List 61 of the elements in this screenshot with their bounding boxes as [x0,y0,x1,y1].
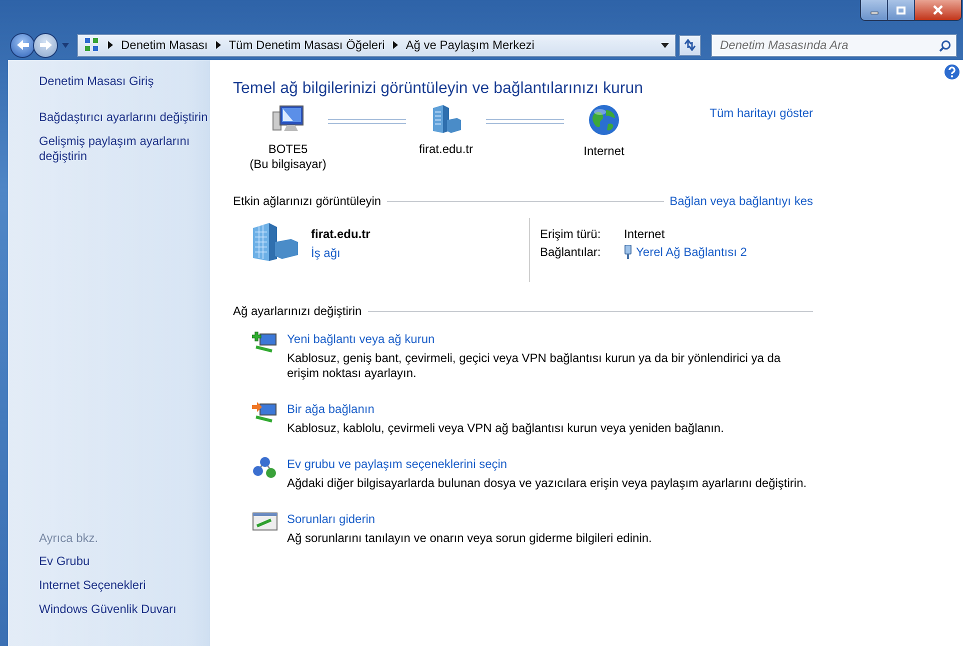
breadcrumb[interactable]: Denetim Masası [121,38,208,52]
network-plus-icon [252,331,278,353]
connection-link[interactable]: Yerel Ağ Bağlantısı 2 [636,245,747,259]
breadcrumb[interactable]: Ağ ve Paylaşım Merkezi [406,38,534,52]
sidebar-link[interactable]: Windows Güvenlik Duvarı [39,602,176,617]
globe-icon [588,104,620,136]
sidebar-link[interactable]: Ev Grubu [39,554,90,569]
homegroup-icon [252,456,278,480]
sidebar-link[interactable]: Gelişmiş paylaşım ayarlarını değiştirin [39,134,210,164]
troubleshoot-icon [252,511,278,533]
forward-button[interactable] [33,32,58,58]
node-label: BOTE5 (Bu bilgisayar) [250,142,326,172]
building-icon [430,104,462,134]
ethernet-plug-icon [624,245,632,259]
map-link[interactable]: Tüm haritayı göster [710,106,813,120]
task-description: Kablosuz, kablolu, çevirmeli veya VPN ağ bağlantısı kurun veya yeniden bağlanın. [287,421,724,436]
section-link[interactable]: Bağlan veya bağlantıyı kes [670,194,813,208]
task-link[interactable]: Yeni bağlantı veya ağ kurun [287,332,813,346]
sidebar-link[interactable]: Denetim Masası Giriş [39,74,154,89]
node-label: firat.edu.tr [418,142,474,157]
field-label: Erişim türü: [540,227,602,241]
breadcrumb-arrow-icon[interactable] [108,41,113,49]
forward-arrow-icon [38,39,52,51]
dropdown-caret-icon[interactable] [661,42,669,48]
task-link[interactable]: Ev grubu ve paylaşım seçeneklerini seçin [287,457,807,471]
back-arrow-icon [16,39,30,51]
page-title: Temel ağ bilgilerinizi görüntüleyin ve bağlantılarınızı kurun [233,80,643,98]
refresh-button[interactable] [679,34,701,56]
computer-icon [271,104,305,134]
sidebar-link[interactable]: Internet Seçenekleri [39,578,146,593]
task-link[interactable]: Sorunları giderin [287,512,652,526]
back-button[interactable] [10,32,35,58]
network-name: firat.edu.tr [311,227,370,241]
field-label: Bağlantılar: [540,245,602,259]
see-also-heading: Ayrıca bkz. [39,531,98,545]
close-button[interactable] [915,0,961,20]
network-type-link[interactable]: İş ağı [311,246,370,260]
building-icon [251,222,299,262]
task-description: Kablosuz, geniş bant, çevirmeli, geçici veya VPN bağlantısı kurun ya da bir yönlendirici ya da erişim noktası ayarlayın. [287,351,782,381]
refresh-icon [683,39,697,51]
task-description: Ağ sorunlarını tanılayın ve onarın veya sorun giderme bilgileri edinin. [287,531,652,546]
help-icon[interactable] [944,64,960,80]
task-link[interactable]: Bir ağa bağlanın [287,402,724,416]
maximize-icon [896,6,906,14]
section-heading: Etkin ağlarınızı görüntüleyin [233,194,382,208]
sidebar-link[interactable]: Bağdaştırıcı ayarlarını değiştirin [39,110,208,125]
breadcrumb[interactable]: Tüm Denetim Masası Öğeleri [228,38,385,52]
maximize-button[interactable] [888,0,915,20]
breadcrumb-arrow-icon[interactable] [216,41,221,49]
search-icon [939,40,951,52]
breadcrumb-arrow-icon[interactable] [392,41,398,49]
minimize-button[interactable] [861,0,888,20]
network-arrow-icon [252,401,278,423]
address-bar[interactable]: Denetim Masası Tüm Denetim Masası Öğeleri Ağ ve Paylaşım Merkezi [77,34,676,56]
node-label: Internet [584,144,624,159]
control-panel-icon [84,37,100,53]
task-description: Ağdaki diğer bilgisayarlarda bulunan dosya ve yazıcılara erişin veya paylaşım ayarlarını değiştirin. [287,476,807,491]
section-heading: Ağ ayarlarınızı değiştirin [233,304,362,318]
close-icon [932,5,944,15]
search-field[interactable]: Denetim Masasında Ara [711,34,957,56]
field-value: Internet [624,227,666,241]
